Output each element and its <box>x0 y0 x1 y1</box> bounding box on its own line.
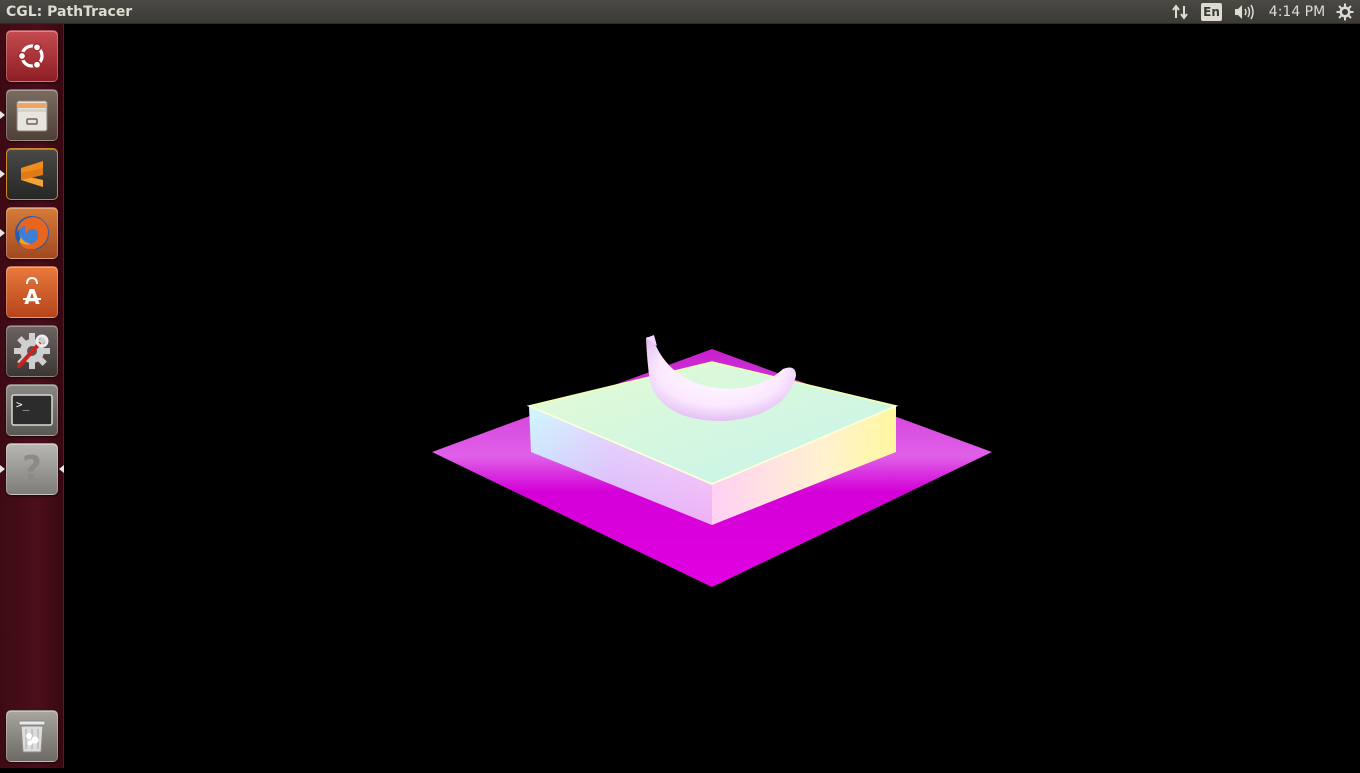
ubuntu-logo-icon <box>17 42 44 70</box>
launcher-help-button[interactable]: ? <box>6 443 58 495</box>
launcher-terminal-button[interactable]: >_ <box>6 384 58 436</box>
file-cabinet-icon <box>16 100 48 132</box>
terminal-icon: >_ <box>11 394 53 426</box>
rendered-scene <box>432 335 992 587</box>
running-indicator <box>0 465 5 473</box>
launcher-trash-button[interactable] <box>6 710 58 762</box>
terminal-prompt: >_ <box>16 398 30 411</box>
running-indicator <box>0 229 5 237</box>
pathtracer-viewport[interactable] <box>65 24 1360 768</box>
window-title: CGL: PathTracer <box>6 4 133 20</box>
network-icon[interactable] <box>1168 0 1192 24</box>
launcher-dash-button[interactable] <box>6 30 58 82</box>
focused-indicator <box>59 465 64 473</box>
svg-text:A: A <box>24 285 40 309</box>
power-gear-icon <box>1336 3 1354 21</box>
sublime-s-icon <box>21 161 43 187</box>
launcher-sublime-text-button[interactable] <box>6 148 58 200</box>
firefox-icon <box>15 216 49 250</box>
gear-wrench-icon <box>14 333 50 369</box>
question-mark-icon: ? <box>22 449 42 489</box>
clock[interactable]: 4:14 PM <box>1268 0 1326 24</box>
launcher: A >_ ? <box>0 24 64 768</box>
sound-icon[interactable] <box>1231 0 1257 24</box>
trash-icon <box>18 720 46 753</box>
running-indicator <box>0 111 5 119</box>
network-updown-icon <box>1172 4 1188 20</box>
launcher-firefox-button[interactable] <box>6 207 58 259</box>
running-indicator <box>0 170 5 178</box>
launcher-software-center-button[interactable]: A <box>6 266 58 318</box>
shopping-bag-icon: A <box>23 276 41 309</box>
keyboard-layout-indicator[interactable]: En <box>1201 3 1222 21</box>
launcher-files-button[interactable] <box>6 89 58 141</box>
speaker-volume-icon <box>1235 4 1254 20</box>
session-menu-icon[interactable] <box>1333 0 1357 24</box>
launcher-system-settings-button[interactable] <box>6 325 58 377</box>
top-panel: CGL: PathTracer En 4:14 PM <box>0 0 1360 24</box>
